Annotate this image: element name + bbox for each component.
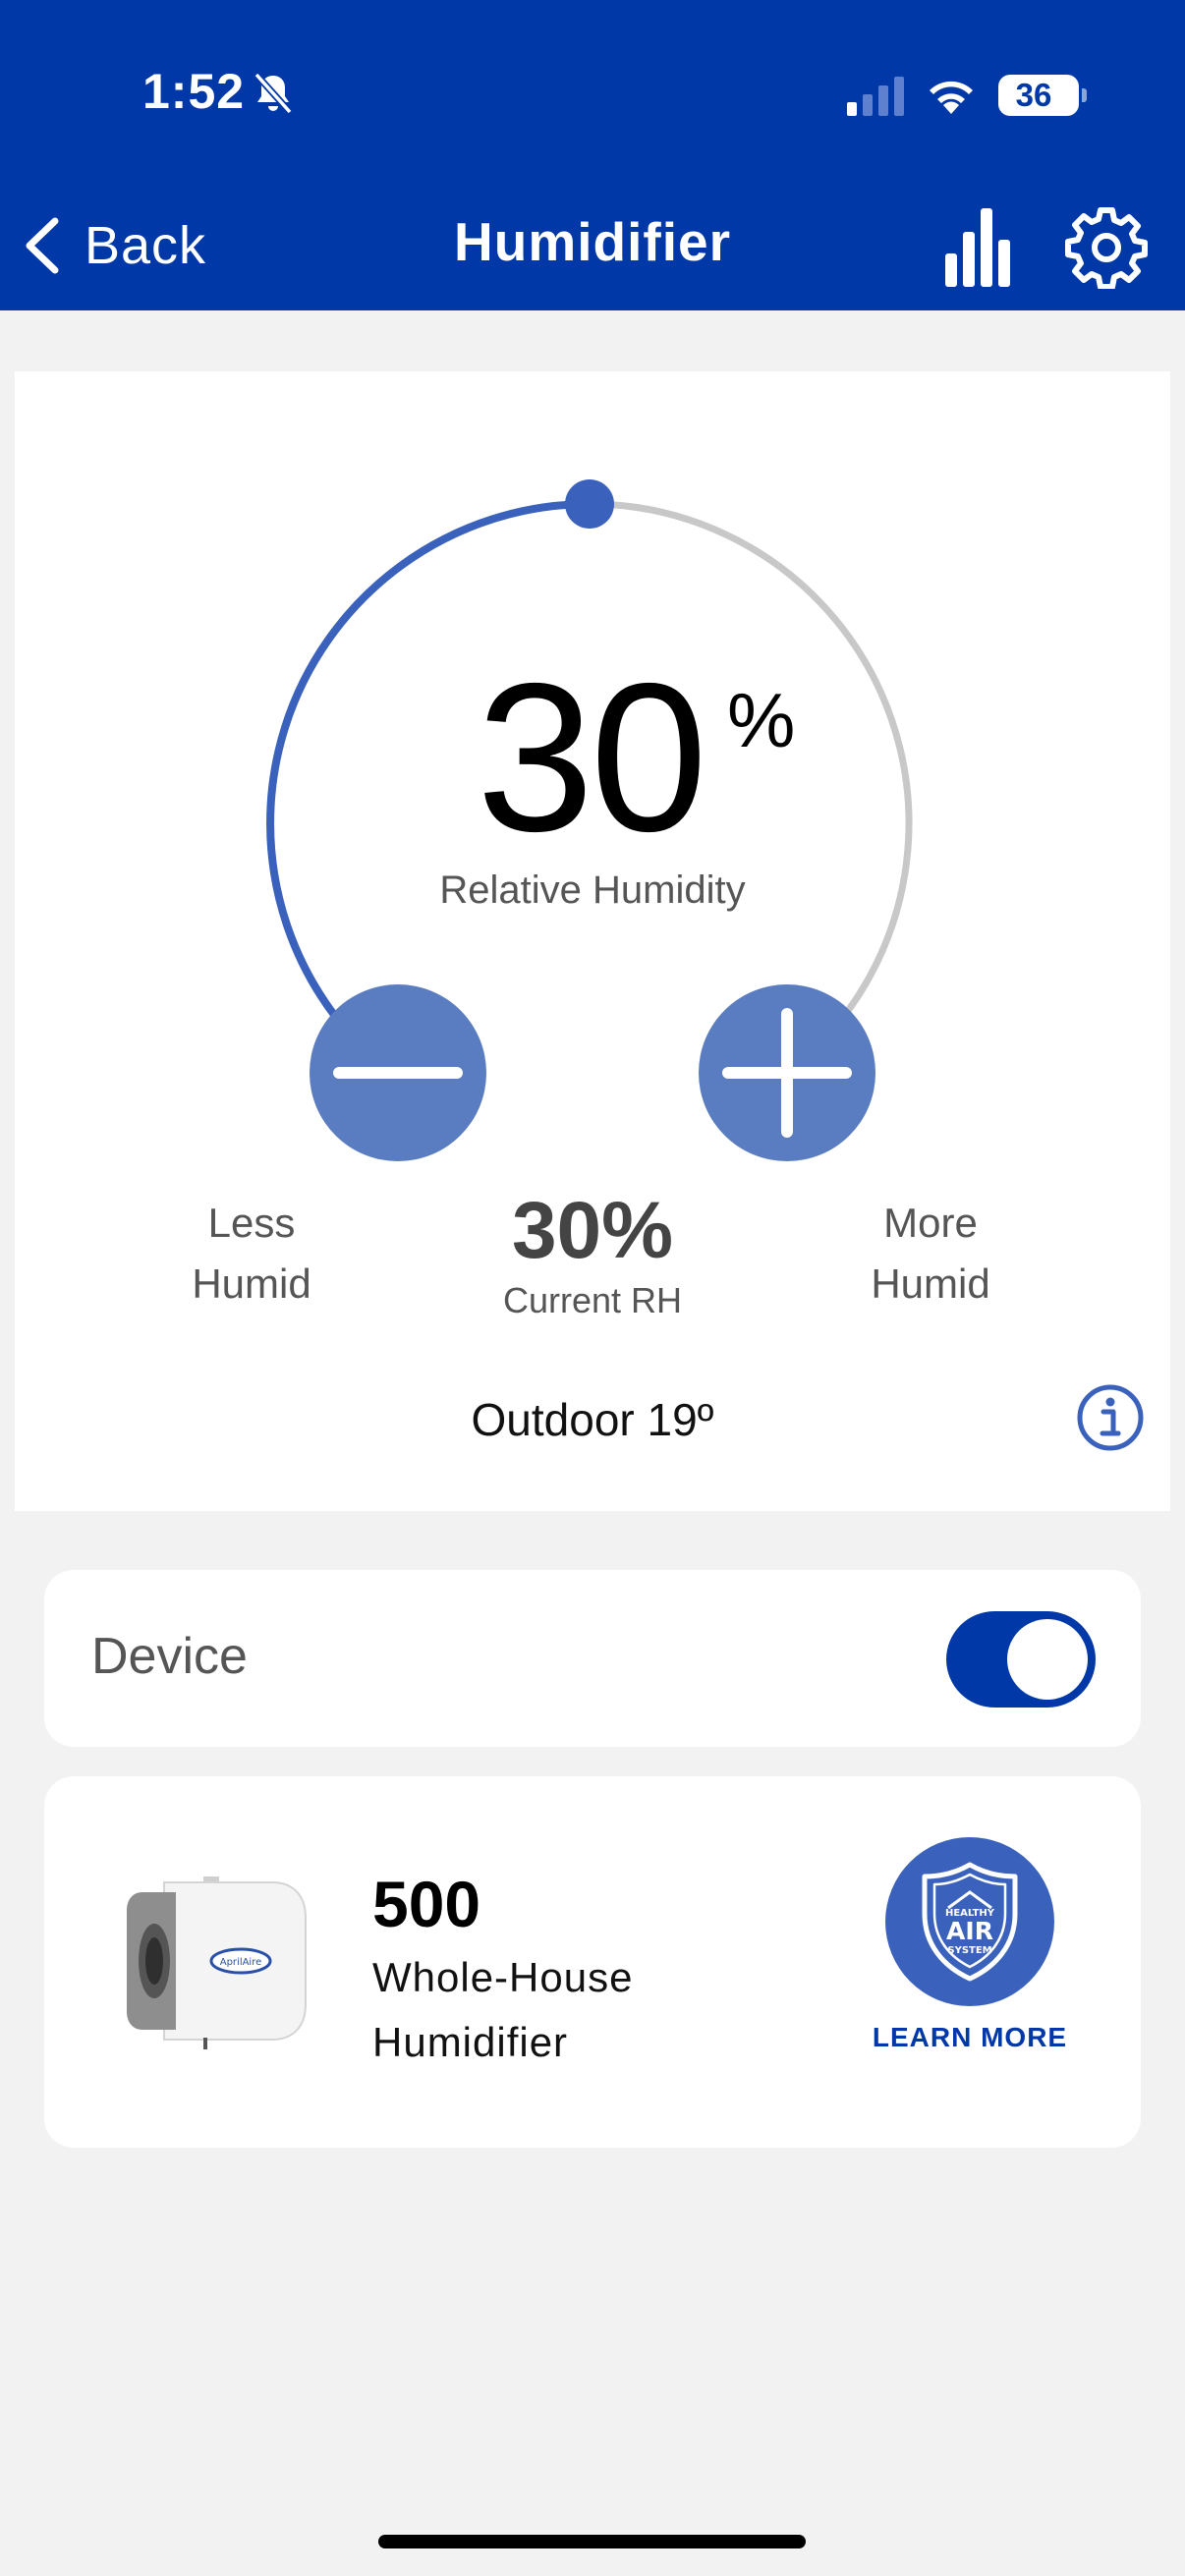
- dial-handle[interactable]: [565, 479, 614, 529]
- badge-line2: AIR: [946, 1917, 993, 1945]
- status-time: 1:52: [142, 64, 246, 119]
- battery-level: 36: [1015, 77, 1052, 113]
- minus-icon: [333, 1067, 463, 1079]
- badge-line3: SYSTEM: [947, 1945, 991, 1956]
- humidity-dial-card: 30 % Relative Humidity Less Humid More H…: [15, 371, 1170, 1511]
- battery-indicator: 36: [998, 75, 1087, 116]
- learn-more-link[interactable]: LEARN MORE: [811, 2022, 1129, 2053]
- current-rh-value: 30%: [511, 1186, 674, 1275]
- humidity-dial: [266, 479, 913, 1090]
- bell-muted-icon: [254, 72, 293, 115]
- device-power-card: Device: [44, 1570, 1141, 1747]
- wifi-icon: [930, 81, 973, 114]
- setpoint-label: Relative Humidity: [439, 868, 746, 912]
- home-indicator: [378, 2535, 806, 2548]
- bar-chart-icon[interactable]: [943, 206, 1012, 287]
- device-label: Device: [91, 1628, 248, 1685]
- info-icon[interactable]: [1076, 1383, 1145, 1452]
- app-header: 1:52 36 Back Humidifier: [0, 0, 1185, 310]
- product-description: Whole-House Humidifier: [372, 1945, 785, 2075]
- outdoor-temperature: Outdoor 19º: [471, 1394, 714, 1445]
- decrease-humidity-button[interactable]: [310, 984, 486, 1161]
- increase-humidity-button[interactable]: [699, 984, 875, 1161]
- setpoint-unit: %: [727, 677, 796, 763]
- shield-icon: HEALTHY AIR SYSTEM: [922, 1862, 1018, 1982]
- toggle-knob: [1007, 1619, 1088, 1700]
- device-toggle[interactable]: [946, 1611, 1096, 1708]
- brand-logo-text: AprilAire: [220, 1957, 262, 1968]
- gear-icon[interactable]: [1065, 206, 1148, 289]
- cellular-signal-icon: [847, 77, 904, 116]
- product-description-line2: Humidifier: [372, 2019, 569, 2065]
- current-rh-label: Current RH: [502, 1280, 683, 1320]
- plus-icon: [722, 1008, 852, 1138]
- humidifier-product-image: AprilAire: [127, 1876, 307, 2049]
- healthy-air-system-badge[interactable]: HEALTHY AIR SYSTEM: [885, 1837, 1054, 2006]
- product-model: 500: [372, 1868, 481, 1940]
- setpoint-value: 30: [477, 639, 707, 875]
- product-description-line1: Whole-House: [372, 1954, 634, 2000]
- product-card[interactable]: AprilAire 500 Whole-House Humidifier HEA…: [44, 1776, 1141, 2148]
- status-bar: 1:52 36: [0, 0, 1185, 192]
